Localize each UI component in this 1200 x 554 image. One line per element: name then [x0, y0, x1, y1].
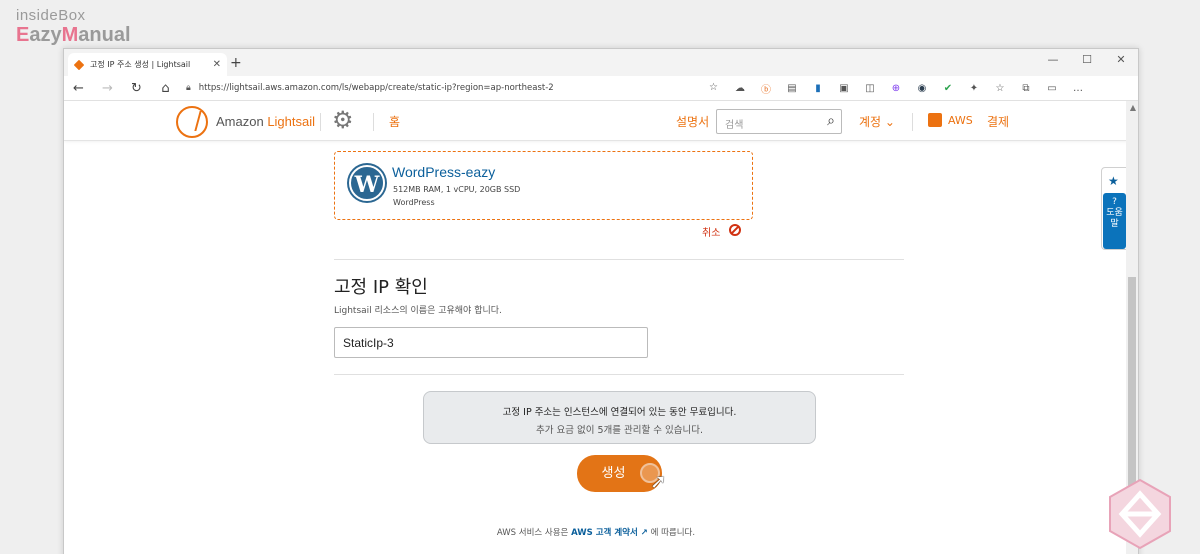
- watermark-bottom: EazyManual: [16, 25, 131, 45]
- brand-lightsail: Lightsail: [267, 114, 316, 129]
- extension-stats-icon[interactable]: ▮: [807, 83, 829, 94]
- profile-icon[interactable]: ▭: [1041, 83, 1063, 94]
- mouse-cursor-icon: ➚: [650, 469, 667, 493]
- section-divider: [334, 259, 904, 260]
- new-tab-button[interactable]: +: [230, 55, 242, 71]
- browser-toolbar: ← → ↻ ⌂ 🔒︎ https://lightsail.aws.amazon.…: [64, 76, 1138, 101]
- terms-suffix: 에 따릅니다.: [647, 528, 696, 538]
- cancel-icon[interactable]: [729, 224, 741, 236]
- reload-button[interactable]: ↻: [122, 81, 151, 96]
- terms-text: AWS 서비스 사용은 AWS 고객 계약서 ↗ 에 따릅니다.: [64, 526, 1128, 538]
- static-ip-name-input[interactable]: StaticIp-3: [334, 327, 648, 358]
- minimize-button[interactable]: —: [1036, 49, 1070, 76]
- customer-agreement-link[interactable]: AWS 고객 계약서 ↗: [571, 528, 648, 538]
- more-menu-icon[interactable]: …: [1067, 83, 1089, 94]
- side-panel: ★ ? 도움말: [1101, 167, 1127, 250]
- extension-cloud-icon[interactable]: ☁: [729, 83, 751, 94]
- search-icon[interactable]: ⌕: [827, 113, 835, 129]
- home-link[interactable]: 홈: [389, 113, 400, 130]
- page-content: Amazon Lightsail ⚙ 홈 설명서 검색 ⌕ 계정 ⌄ AWS 결…: [64, 101, 1128, 554]
- header-divider: [373, 113, 374, 131]
- header-divider: [912, 113, 913, 131]
- home-button[interactable]: ⌂: [151, 81, 180, 96]
- watermark-letter-m: M: [61, 24, 79, 46]
- browser-tab[interactable]: 고정 IP 주소 생성 | Lightsail ✕: [68, 53, 227, 76]
- tab-close-icon[interactable]: ✕: [213, 59, 221, 70]
- hexagon-badge-icon: [1109, 478, 1171, 550]
- bookmark-star-icon[interactable]: ☆: [709, 82, 718, 93]
- browser-window: 고정 IP 주소 생성 | Lightsail ✕ + — ☐ ✕ ← → ↻ …: [63, 48, 1139, 554]
- instance-name: WordPress-eazy: [392, 164, 496, 180]
- scroll-up-icon[interactable]: ▲: [1130, 103, 1136, 112]
- watermark-word-2: anual: [78, 24, 131, 46]
- lock-icon: 🔒︎: [186, 83, 191, 93]
- lightsail-logo-icon[interactable]: [176, 106, 208, 138]
- brand-prefix: Amazon: [216, 114, 268, 129]
- docs-link[interactable]: 설명서: [676, 113, 709, 130]
- back-button[interactable]: ←: [64, 81, 93, 96]
- instance-card[interactable]: W WordPress-eazy 512MB RAM, 1 vCPU, 20GB…: [334, 151, 753, 220]
- extension-collections-icon[interactable]: ▣: [833, 83, 855, 94]
- terms-prefix: AWS 서비스 사용은: [496, 528, 572, 538]
- notice-line-2: 추가 요금 없이 5개를 관리할 수 있습니다.: [535, 425, 704, 436]
- extension-reader-icon[interactable]: ▤: [781, 83, 803, 94]
- window-controls: — ☐ ✕: [1036, 49, 1138, 76]
- watermark-logo: insideBox EazyManual: [16, 8, 131, 45]
- watermark-letter-e: E: [16, 24, 30, 46]
- instance-blueprint: WordPress: [393, 198, 435, 207]
- help-button[interactable]: ? 도움말: [1103, 193, 1126, 249]
- extension-bing-icon[interactable]: ⓑ: [755, 81, 777, 96]
- close-window-button[interactable]: ✕: [1104, 49, 1138, 76]
- static-ip-description: Lightsail 리소스의 이름은 고유해야 합니다.: [334, 306, 502, 316]
- section-divider: [334, 374, 904, 375]
- url-text: https://lightsail.aws.amazon.com/ls/weba…: [198, 83, 554, 93]
- account-menu[interactable]: 계정 ⌄: [859, 113, 895, 130]
- extension-puzzle-icon[interactable]: ✦: [963, 83, 985, 94]
- help-label: ? 도움말: [1106, 197, 1123, 229]
- search-placeholder: 검색: [725, 120, 744, 131]
- watermark-word-1: azy: [29, 24, 62, 46]
- search-input[interactable]: 검색 ⌕: [716, 109, 842, 134]
- instance-spec: 512MB RAM, 1 vCPU, 20GB SSD: [393, 185, 521, 194]
- collections-icon[interactable]: ⧉: [1015, 83, 1037, 94]
- wordpress-icon: W: [349, 165, 385, 201]
- tab-title: 고정 IP 주소 생성 | Lightsail: [90, 60, 191, 69]
- maximize-button[interactable]: ☐: [1070, 49, 1104, 76]
- lightsail-header: Amazon Lightsail ⚙ 홈 설명서 검색 ⌕ 계정 ⌄ AWS 결…: [64, 101, 1128, 141]
- static-ip-title: 고정 IP 확인: [334, 277, 428, 298]
- screenshot-root: insideBox EazyManual 고정 IP 주소 생성 | Light…: [0, 0, 1200, 554]
- header-divider: [320, 113, 321, 131]
- lightsail-favicon-icon: [73, 59, 85, 70]
- favorites-icon[interactable]: ☆: [989, 83, 1011, 94]
- title-bar: 고정 IP 주소 생성 | Lightsail ✕ + — ☐ ✕: [64, 49, 1138, 76]
- address-bar[interactable]: 🔒︎ https://lightsail.aws.amazon.com/ls/w…: [182, 78, 718, 98]
- extension-translate-icon[interactable]: ⊕: [885, 83, 907, 94]
- aws-cube-icon: [928, 113, 942, 127]
- aws-link[interactable]: AWS: [948, 114, 973, 127]
- extensions-bar: ☁ ⓑ ▤ ▮ ▣ ◫ ⊕ ◉ ✔ ✦ ☆ ⧉ ▭ …: [729, 76, 1093, 101]
- gear-icon[interactable]: ⚙: [332, 108, 354, 132]
- billing-link[interactable]: 결제: [987, 113, 1009, 130]
- extension-pocket-icon[interactable]: ◫: [859, 83, 881, 94]
- extension-circle-icon[interactable]: ◉: [911, 83, 933, 94]
- watermark-top: insideBox: [16, 7, 86, 24]
- free-ip-notice: 고정 IP 주소는 인스턴스에 연결되어 있는 동안 무료입니다. 추가 요금 …: [423, 391, 816, 444]
- forward-button[interactable]: →: [93, 81, 122, 96]
- cancel-link[interactable]: 취소: [702, 224, 720, 239]
- notice-line-1: 고정 IP 주소는 인스턴스에 연결되어 있는 동안 무료입니다.: [502, 407, 737, 418]
- brand-name[interactable]: Amazon Lightsail: [216, 114, 315, 129]
- extension-shield-icon[interactable]: ✔: [937, 83, 959, 94]
- favorite-star-icon[interactable]: ★: [1108, 174, 1119, 188]
